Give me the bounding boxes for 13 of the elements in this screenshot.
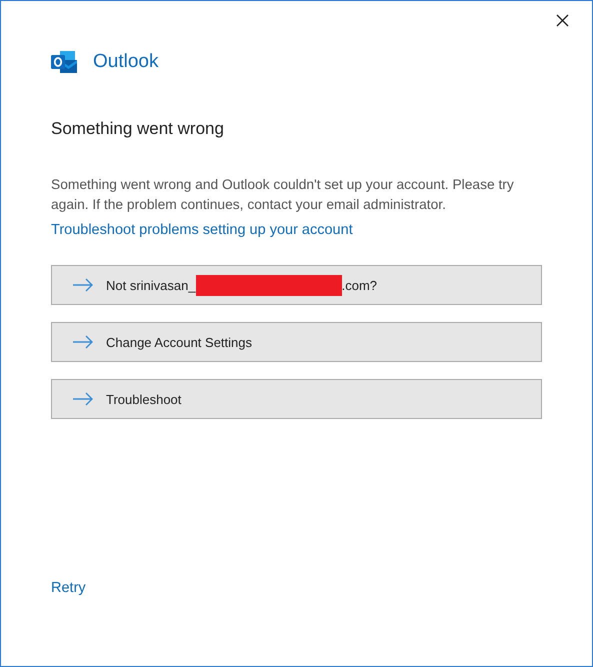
close-icon: [556, 14, 568, 26]
app-name: Outlook: [93, 51, 158, 73]
outlook-logo-icon: [51, 51, 77, 73]
option-button[interactable]: Troubleshoot: [51, 379, 542, 419]
arrow-icon: [72, 278, 94, 292]
error-message: Something went wrong and Outlook couldn't set up your account. Please try again. If the problem continues, contact your email administrator.: [51, 176, 515, 214]
arrow-icon: [72, 392, 94, 406]
error-heading: Something went wrong: [51, 119, 225, 139]
option-button[interactable]: Not srinivasan_ .com?: [51, 265, 542, 305]
troubleshoot-link[interactable]: Troubleshoot problems setting up your account: [51, 222, 353, 238]
retry-link[interactable]: Retry: [51, 580, 86, 596]
option-button[interactable]: Change Account Settings: [51, 322, 542, 362]
arrow-icon: [72, 335, 94, 349]
